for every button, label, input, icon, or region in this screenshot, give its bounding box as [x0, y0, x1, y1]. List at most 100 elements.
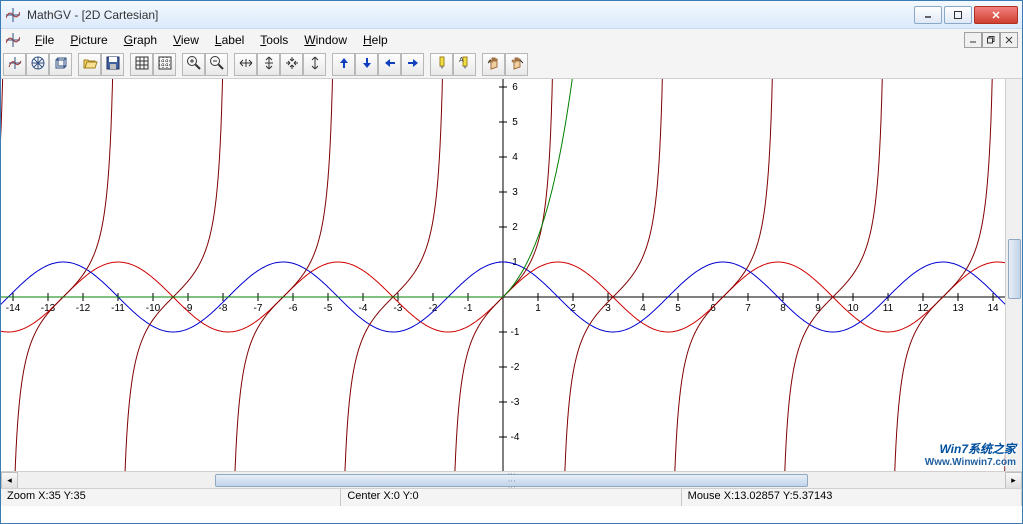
zoom-in-icon	[186, 55, 202, 74]
new-2d-icon	[7, 55, 23, 74]
fit-center-icon	[307, 55, 323, 74]
menu-help[interactable]: Help	[355, 31, 396, 49]
new-polar-button[interactable]	[26, 53, 49, 76]
svg-text:1: 1	[535, 303, 541, 314]
label-point-button[interactable]: A	[453, 53, 476, 76]
menu-file[interactable]: File	[27, 31, 62, 49]
svg-text:4: 4	[512, 152, 518, 163]
open-icon	[82, 55, 98, 74]
mdi-doc-icon	[5, 32, 21, 48]
toolbar: A	[1, 51, 1022, 79]
arrow-down-button[interactable]	[355, 53, 378, 76]
new-3d-button[interactable]	[49, 53, 72, 76]
menu-graph[interactable]: Graph	[116, 31, 165, 49]
svg-text:11: 11	[883, 303, 894, 314]
new-2d-button[interactable]	[3, 53, 26, 76]
svg-text:2: 2	[512, 222, 518, 233]
scroll-left-button[interactable]: ◂	[1, 472, 18, 488]
plot-area: -14-13-12-11-10-9-8-7-6-5-4-3-2-11234567…	[1, 79, 1022, 488]
highlight-point-icon	[434, 55, 450, 74]
svg-text:-14: -14	[6, 303, 21, 314]
grid-on-button[interactable]	[130, 53, 153, 76]
svg-text:5: 5	[512, 117, 518, 128]
mdi-restore-button[interactable]	[982, 32, 1000, 48]
horizontal-scrollbar[interactable]: ◂ ▸	[1, 471, 1022, 488]
svg-text:-7: -7	[254, 303, 263, 314]
scrollbar-thumb-h[interactable]	[215, 474, 807, 487]
title-bar: MathGV - [2D Cartesian]	[1, 1, 1022, 29]
svg-text:-4: -4	[511, 432, 520, 443]
vertical-scrollbar[interactable]	[1005, 79, 1022, 471]
svg-text:1: 1	[512, 257, 518, 268]
svg-text:-4: -4	[359, 303, 368, 314]
grid-style-icon	[157, 55, 173, 74]
menu-label[interactable]: Label	[207, 31, 252, 49]
arrow-left-icon	[382, 55, 398, 74]
fit-center-button[interactable]	[303, 53, 326, 76]
svg-text:-11: -11	[111, 303, 125, 314]
svg-text:7: 7	[745, 303, 751, 314]
maximize-button[interactable]	[944, 6, 972, 24]
fit-both-icon	[284, 55, 300, 74]
fit-horizontal-icon	[238, 55, 254, 74]
mdi-close-button[interactable]	[1000, 32, 1018, 48]
arrow-left-button[interactable]	[378, 53, 401, 76]
svg-text:-12: -12	[76, 303, 91, 314]
hand-left-button[interactable]	[482, 53, 505, 76]
arrow-up-icon	[336, 55, 352, 74]
svg-text:5: 5	[675, 303, 681, 314]
svg-text:-1: -1	[511, 327, 520, 338]
label-point-icon: A	[457, 55, 473, 74]
save-button[interactable]	[101, 53, 124, 76]
fit-vertical-button[interactable]	[257, 53, 280, 76]
close-button[interactable]	[974, 6, 1018, 24]
fit-horizontal-button[interactable]	[234, 53, 257, 76]
scrollbar-thumb-v[interactable]	[1008, 239, 1021, 299]
svg-text:-3: -3	[394, 303, 403, 314]
new-polar-icon	[30, 55, 46, 74]
arrow-right-icon	[405, 55, 421, 74]
svg-text:14: 14	[987, 303, 999, 314]
svg-text:-3: -3	[511, 397, 520, 408]
menu-view[interactable]: View	[165, 31, 207, 49]
grid-on-icon	[134, 55, 150, 74]
zoom-out-icon	[209, 55, 225, 74]
grid-style-button[interactable]	[153, 53, 176, 76]
svg-text:-5: -5	[324, 303, 333, 314]
arrow-up-button[interactable]	[332, 53, 355, 76]
menu-window[interactable]: Window	[296, 31, 355, 49]
arrow-right-button[interactable]	[401, 53, 424, 76]
hand-left-icon	[486, 55, 502, 74]
open-button[interactable]	[78, 53, 101, 76]
window-title: MathGV - [2D Cartesian]	[27, 8, 914, 22]
minimize-button[interactable]	[914, 6, 942, 24]
zoom-in-button[interactable]	[182, 53, 205, 76]
status-bar: Zoom X:35 Y:35 Center X:0 Y:0 Mouse X:13…	[1, 488, 1022, 506]
svg-text:-2: -2	[511, 362, 520, 373]
svg-text:-1: -1	[464, 303, 473, 314]
status-zoom: Zoom X:35 Y:35	[1, 489, 341, 506]
status-center: Center X:0 Y:0	[341, 489, 681, 506]
menu-bar: FilePictureGraphViewLabelToolsWindowHelp	[1, 29, 1022, 51]
scroll-right-button[interactable]: ▸	[1005, 472, 1022, 488]
svg-text:A: A	[459, 57, 464, 64]
status-mouse: Mouse X:13.02857 Y:5.37143	[682, 489, 1022, 506]
hand-right-icon	[509, 55, 525, 74]
svg-text:13: 13	[952, 303, 964, 314]
new-3d-icon	[53, 55, 69, 74]
zoom-out-button[interactable]	[205, 53, 228, 76]
app-icon	[5, 7, 21, 23]
save-icon	[105, 55, 121, 74]
svg-text:6: 6	[512, 82, 518, 93]
menu-picture[interactable]: Picture	[62, 31, 115, 49]
menu-tools[interactable]: Tools	[252, 31, 296, 49]
fit-both-button[interactable]	[280, 53, 303, 76]
svg-text:-6: -6	[289, 303, 298, 314]
plot-canvas[interactable]: -14-13-12-11-10-9-8-7-6-5-4-3-2-11234567…	[1, 79, 1005, 471]
hand-right-button[interactable]	[505, 53, 528, 76]
mdi-minimize-button[interactable]	[964, 32, 982, 48]
highlight-point-button[interactable]	[430, 53, 453, 76]
arrow-down-icon	[359, 55, 375, 74]
svg-text:3: 3	[512, 187, 518, 198]
svg-text:4: 4	[640, 303, 646, 314]
